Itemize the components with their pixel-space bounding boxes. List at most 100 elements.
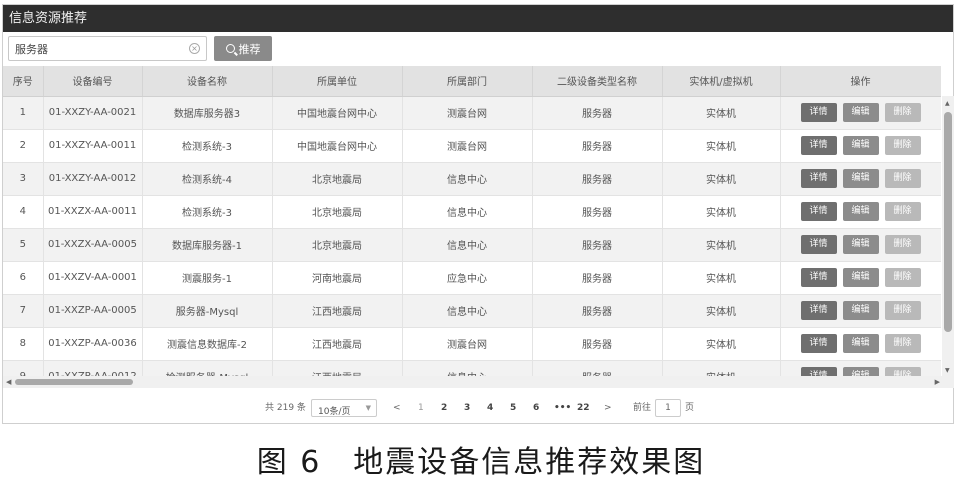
page-size-value: 10条/页 xyxy=(318,407,351,417)
delete-button[interactable]: 删除 xyxy=(884,301,921,320)
column-header-unit[interactable]: 所属单位 xyxy=(272,66,403,97)
scroll-up-arrow-icon[interactable]: ▲ xyxy=(945,100,950,107)
table-row[interactable]: 1 01-XXZY-AA-0021 数据库服务器3 中国地震台网中心 测震台网 服务器 实体… xyxy=(3,96,941,130)
scroll-down-arrow-icon[interactable]: ▼ xyxy=(945,367,950,374)
page-3[interactable]: 3 xyxy=(464,396,470,420)
table-cell: 服务器 xyxy=(532,96,663,130)
delete-button[interactable]: 删除 xyxy=(884,169,921,188)
page-4[interactable]: 4 xyxy=(487,396,493,420)
table-cell: 中国地震台网中心 xyxy=(272,129,403,163)
delete-button[interactable]: 删除 xyxy=(884,235,921,254)
table-cell: 5 xyxy=(3,228,44,262)
scroll-right-arrow-icon[interactable]: ▶ xyxy=(935,378,940,386)
table-cell: 检测系统-4 xyxy=(142,162,273,196)
detail-button[interactable]: 详情 xyxy=(800,169,837,188)
table-cell: 01-XXZY-AA-0011 xyxy=(43,129,143,163)
horizontal-scrollbar[interactable]: ◀ ▶ xyxy=(3,376,954,388)
table-cell: 信息中心 xyxy=(402,294,533,328)
table-row[interactable]: 4 01-XXZX-AA-0011 检测系统-3 北京地震局 信息中心 服务器 实体机 详情编… xyxy=(3,195,941,229)
page-2[interactable]: 2 xyxy=(441,396,447,420)
page-1[interactable]: 1 xyxy=(418,396,424,420)
table-cell: 应急中心 xyxy=(402,261,533,295)
page-5[interactable]: 5 xyxy=(510,396,516,420)
table-row[interactable]: 8 01-XXZP-AA-0036 测震信息数据库-2 江西地震局 测震台网 服务器 实体机… xyxy=(3,327,941,361)
table-cell: 01-XXZP-AA-0005 xyxy=(43,294,143,328)
device-table: 序号 设备编号 设备名称 所属单位 所属部门 二级设备类型名称 实体机/虚拟机 … xyxy=(3,66,941,376)
table-cell: 江西地震局 xyxy=(272,327,403,361)
table-cell: 7 xyxy=(3,294,44,328)
column-header-index[interactable]: 序号 xyxy=(3,66,44,97)
chevron-down-icon: ▼ xyxy=(365,404,371,412)
delete-button[interactable]: 删除 xyxy=(884,103,921,122)
table-cell: 3 xyxy=(3,162,44,196)
table-cell: 6 xyxy=(3,261,44,295)
search-input[interactable] xyxy=(15,40,185,58)
search-field[interactable]: × xyxy=(8,36,207,61)
edit-button[interactable]: 编辑 xyxy=(842,235,879,254)
clear-icon[interactable]: × xyxy=(189,43,200,54)
table-row[interactable]: 901-XXZP-AA-0012检测服务器-Mysql江西地震局信息中心服务器实… xyxy=(3,360,941,376)
delete-button[interactable]: 删除 xyxy=(884,202,921,221)
scroll-left-arrow-icon[interactable]: ◀ xyxy=(6,378,11,386)
column-header-device-code[interactable]: 设备编号 xyxy=(43,66,143,97)
page-6[interactable]: 6 xyxy=(533,396,539,420)
table-cell: 01-XXZY-AA-0012 xyxy=(43,162,143,196)
edit-button[interactable]: 编辑 xyxy=(842,169,879,188)
column-header-device-type[interactable]: 二级设备类型名称 xyxy=(532,66,663,97)
table-cell: 数据库服务器-1 xyxy=(142,228,273,262)
table-cell: 服务器 xyxy=(532,327,663,361)
table-cell: 01-XXZX-AA-0005 xyxy=(43,228,143,262)
delete-button[interactable]: 删除 xyxy=(884,268,921,287)
table-cell: 01-XXZV-AA-0001 xyxy=(43,261,143,295)
detail-button[interactable]: 详情 xyxy=(800,136,837,155)
goto-page-input[interactable]: 1 xyxy=(655,399,681,417)
table-row[interactable]: 7 01-XXZP-AA-0005 服务器-Mysql 江西地震局 信息中心 服务器 实体机… xyxy=(3,294,941,328)
table-cell: 01-XXZY-AA-0021 xyxy=(43,96,143,130)
column-header-device-name[interactable]: 设备名称 xyxy=(142,66,273,97)
total-count: 共 219 条 xyxy=(265,403,306,413)
table-cell: 实体机 xyxy=(662,327,781,361)
table-row[interactable]: 3 01-XXZY-AA-0012 检测系统-4 北京地震局 信息中心 服务器 实体机 详情编… xyxy=(3,162,941,196)
delete-button[interactable]: 删除 xyxy=(884,136,921,155)
table-cell: 实体机 xyxy=(662,195,781,229)
table-row[interactable]: 6 01-XXZV-AA-0001 测震服务-1 河南地震局 应急中心 服务器 实体机 详情编… xyxy=(3,261,941,295)
table-row[interactable]: 2 01-XXZY-AA-0011 检测系统-3 中国地震台网中心 测震台网 服务器 实体机… xyxy=(3,129,941,163)
edit-button[interactable]: 编辑 xyxy=(842,136,879,155)
table-cell: 测震信息数据库-2 xyxy=(142,327,273,361)
actions-cell: 详情 编辑 删除 xyxy=(780,195,941,229)
horizontal-scrollbar-thumb[interactable] xyxy=(15,379,133,385)
table-cell: 1 xyxy=(3,96,44,130)
table-row[interactable]: 5 01-XXZX-AA-0005 数据库服务器-1 北京地震局 信息中心 服务器 实体机详… xyxy=(3,228,941,262)
detail-button[interactable]: 详情 xyxy=(800,301,837,320)
page-size-select[interactable]: 10条/页 ▼ xyxy=(311,399,377,417)
column-header-department[interactable]: 所属部门 xyxy=(402,66,533,97)
edit-button[interactable]: 编辑 xyxy=(842,103,879,122)
vertical-scrollbar-thumb[interactable] xyxy=(944,112,952,332)
actions-cell: 详情 编辑 删除 xyxy=(780,96,941,130)
detail-button[interactable]: 详情 xyxy=(800,103,837,122)
table-cell: 01-XXZP-AA-0036 xyxy=(43,327,143,361)
recommend-button[interactable]: 推荐 xyxy=(214,36,272,61)
detail-button[interactable]: 详情 xyxy=(800,202,837,221)
edit-button[interactable]: 编辑 xyxy=(842,334,879,353)
detail-button[interactable]: 详情 xyxy=(800,334,837,353)
next-page-button[interactable]: > xyxy=(604,396,612,420)
prev-page-button[interactable]: < xyxy=(393,396,401,420)
detail-button[interactable]: 详情 xyxy=(800,367,837,376)
edit-button[interactable]: 编辑 xyxy=(842,202,879,221)
detail-button[interactable]: 详情 xyxy=(800,235,837,254)
vertical-scrollbar[interactable]: ▲ ▼ xyxy=(942,96,954,376)
delete-button[interactable]: 删除 xyxy=(884,367,921,376)
page-22[interactable]: 22 xyxy=(577,396,590,420)
edit-button[interactable]: 编辑 xyxy=(842,367,879,376)
table-cell: 实体机 xyxy=(662,129,781,163)
delete-button[interactable]: 删除 xyxy=(884,334,921,353)
actions-cell: 详情 编辑 删除 xyxy=(780,129,941,163)
goto-label: 前往 xyxy=(633,403,652,413)
more-pages[interactable]: ••• xyxy=(554,396,571,420)
detail-button[interactable]: 详情 xyxy=(800,268,837,287)
column-header-physical-virtual[interactable]: 实体机/虚拟机 xyxy=(662,66,781,97)
edit-button[interactable]: 编辑 xyxy=(842,301,879,320)
edit-button[interactable]: 编辑 xyxy=(842,268,879,287)
table-cell: 实体机 xyxy=(662,96,781,130)
